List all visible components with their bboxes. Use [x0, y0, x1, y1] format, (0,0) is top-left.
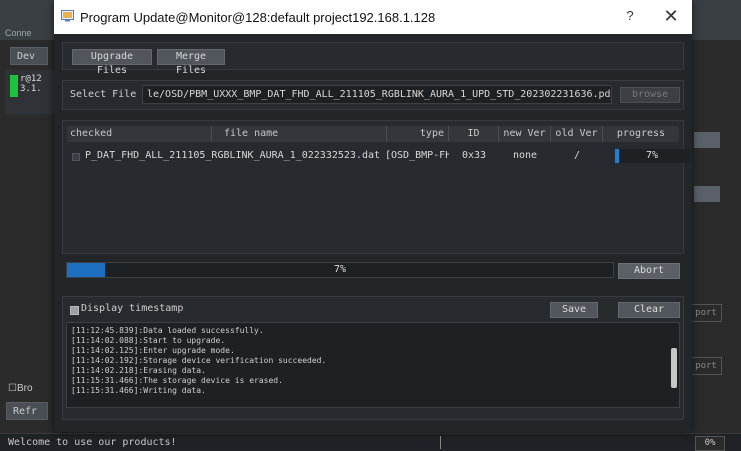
- log-line: [11:14:02.088]:Start to upgrade.: [71, 336, 226, 345]
- abort-button[interactable]: Abort: [618, 263, 680, 279]
- overall-progress-text: 7%: [333, 264, 347, 275]
- status-separator: [440, 436, 441, 449]
- device-list-item[interactable]: r@12 3.1.: [20, 74, 42, 94]
- row-progress-text: 7%: [645, 150, 659, 161]
- log-line: [11:14:02.218]:Erasing data.: [71, 366, 206, 375]
- column-id[interactable]: ID: [449, 126, 499, 142]
- row-type: [OSD_BMP-FHD]: [385, 150, 449, 161]
- port-button-1[interactable]: port: [690, 304, 722, 322]
- column-new-ver[interactable]: new Ver: [499, 126, 551, 142]
- clear-button[interactable]: Clear: [618, 302, 680, 318]
- log-line: [11:14:02.125]:Enter upgrade mode.: [71, 346, 235, 355]
- connection-label: Conne: [5, 28, 32, 38]
- row-new-ver: none: [512, 150, 538, 161]
- row-id: 0x33: [461, 150, 487, 161]
- log-scrollbar[interactable]: [671, 348, 677, 388]
- column-type[interactable]: type: [387, 126, 449, 142]
- background-side-button-2[interactable]: [694, 186, 720, 202]
- device-status-indicator: [10, 75, 18, 97]
- tab-upgrade-files[interactable]: Upgrade Files: [72, 49, 152, 76]
- file-table-header: checked file name type ID new Ver old Ve…: [67, 126, 679, 142]
- row-file-name: P_DAT_FHD_ALL_211105_RGBLINK_AURA_1_0223…: [85, 150, 381, 161]
- log-line: [11:12:45.839]:Data loaded successfully.: [71, 326, 264, 335]
- program-update-dialog: Program Update@Monitor@128:default proje…: [54, 0, 692, 432]
- dialog-titlebar[interactable]: Program Update@Monitor@128:default proje…: [54, 0, 692, 34]
- log-line: [11:14:02.192]:Storage device verificati…: [71, 356, 327, 365]
- dialog-title: Program Update@Monitor@128:default proje…: [80, 10, 436, 25]
- select-file-label: Select File: [70, 89, 137, 100]
- tab-panel: [62, 42, 684, 70]
- browse-button[interactable]: browse: [620, 87, 680, 103]
- status-bar: Welcome to use our products! 0%: [0, 433, 741, 451]
- device-item-line-1: r@12: [20, 74, 42, 84]
- device-button[interactable]: Dev: [10, 47, 48, 65]
- refresh-button[interactable]: Refr: [6, 402, 48, 420]
- timestamp-label: Display timestamp: [81, 303, 184, 314]
- timestamp-checkbox[interactable]: [70, 306, 79, 315]
- port-button-2[interactable]: port: [690, 357, 722, 375]
- log-line: [11:15:31.466]:Writing data.: [71, 386, 206, 395]
- column-file-name[interactable]: file name: [212, 126, 387, 142]
- column-checked[interactable]: checked: [67, 126, 212, 142]
- browse-checkbox-label: Bro: [16, 383, 33, 394]
- file-path-input[interactable]: le/OSD/PBM_UXXX_BMP_DAT_FHD_ALL_211105_R…: [142, 85, 612, 104]
- row-checkbox[interactable]: [72, 153, 80, 161]
- column-progress[interactable]: progress: [603, 126, 679, 142]
- tab-merge-files[interactable]: Merge Files: [157, 49, 225, 76]
- row-progress-bar: 7%: [615, 149, 689, 163]
- overall-progress-bar: 7%: [66, 262, 614, 278]
- status-percent: 0%: [695, 436, 725, 451]
- close-icon[interactable]: ✕: [660, 5, 682, 27]
- background-side-button-1[interactable]: [694, 132, 720, 148]
- device-item-line-2: 3.1.: [20, 84, 42, 94]
- app-window-icon: [61, 10, 74, 22]
- browse-checkbox[interactable]: ☐Bro: [8, 383, 33, 394]
- log-output[interactable]: [11:12:45.839]:Data loaded successfully.…: [66, 322, 680, 408]
- log-line: [11:15:31.466]:The storage device is era…: [71, 376, 283, 385]
- welcome-message: Welcome to use our products!: [8, 437, 177, 448]
- save-button[interactable]: Save: [550, 302, 598, 318]
- column-old-ver[interactable]: old Ver: [551, 126, 603, 142]
- help-button[interactable]: ?: [620, 8, 640, 26]
- row-old-ver: /: [573, 150, 581, 161]
- table-row[interactable]: P_DAT_FHD_ALL_211105_RGBLINK_AURA_1_0223…: [67, 147, 689, 165]
